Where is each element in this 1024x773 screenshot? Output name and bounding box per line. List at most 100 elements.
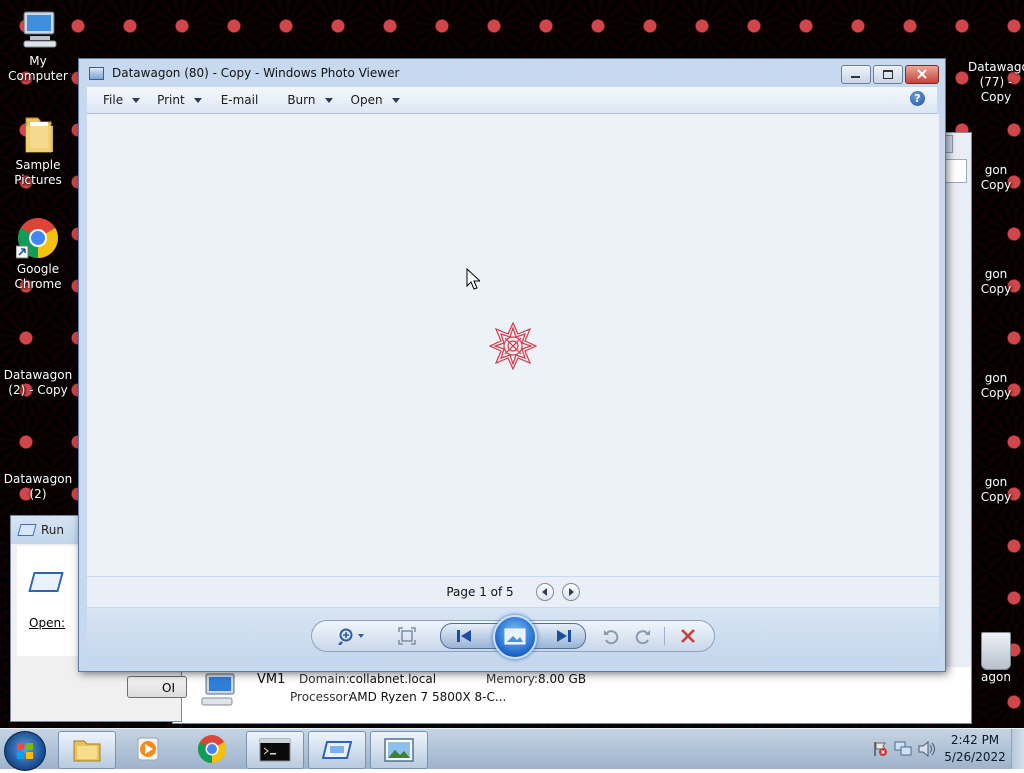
computer-details: VM1 Domain: collabnet.local Memory: 8.00… bbox=[196, 670, 696, 720]
memory-label: Memory: bbox=[486, 672, 538, 686]
taskbar-media-player[interactable] bbox=[120, 731, 176, 767]
help-icon: ? bbox=[914, 92, 921, 105]
system-tray: 2:42 PM 5/26/2022 bbox=[869, 729, 1024, 769]
toolbar-divider bbox=[664, 627, 665, 645]
photo-viewer-titlebar[interactable]: Datawagon (80) - Copy - Windows Photo Vi… bbox=[79, 59, 945, 87]
rotate-clockwise-button[interactable] bbox=[632, 625, 654, 647]
volume-icon[interactable] bbox=[915, 738, 939, 760]
desktop-icon-datawagon-2-copy[interactable]: Datawagon (2) - Copy bbox=[0, 322, 76, 398]
processor-value: AMD Ryzen 7 5800X 8-C... bbox=[349, 690, 507, 704]
desktop-icon-label: agon bbox=[981, 670, 1011, 684]
run-dialog-title: Run bbox=[41, 523, 65, 537]
rotate-counterclockwise-button[interactable] bbox=[600, 625, 622, 647]
folder-icon bbox=[16, 112, 60, 156]
computer-name: VM1 bbox=[257, 672, 286, 687]
slideshow-icon bbox=[504, 628, 526, 645]
chevron-left-icon bbox=[541, 588, 547, 596]
taskbar-chrome[interactable] bbox=[184, 731, 240, 767]
desktop-icon-label: Google Chrome bbox=[14, 262, 62, 291]
desktop-icon-label: gon Copy bbox=[980, 475, 1012, 504]
search-icon[interactable] bbox=[943, 159, 967, 183]
desktop-icon-datawagon-copy[interactable]: gon Copy bbox=[968, 163, 1024, 193]
photo-viewer-icon bbox=[384, 738, 414, 762]
desktop-icon-recycle-bin[interactable]: agon bbox=[968, 632, 1024, 685]
chevron-down-icon bbox=[391, 97, 400, 103]
menu-file[interactable]: File bbox=[103, 93, 141, 107]
chevron-down-icon bbox=[132, 97, 141, 103]
previous-image-button[interactable] bbox=[449, 625, 479, 647]
image-display-area[interactable] bbox=[87, 114, 939, 576]
rotate-left-icon bbox=[604, 630, 619, 645]
rotate-right-icon bbox=[635, 630, 650, 645]
taskbar-cmd[interactable] bbox=[246, 731, 304, 769]
action-center-flag-icon[interactable] bbox=[869, 738, 891, 760]
windows-logo-icon bbox=[17, 743, 33, 759]
desktop-icon-my-computer[interactable]: My Computer bbox=[0, 8, 76, 84]
slideshow-button[interactable] bbox=[493, 615, 537, 659]
skip-back-icon bbox=[457, 630, 471, 642]
zoom-icon bbox=[338, 628, 364, 645]
maximize-button[interactable] bbox=[873, 65, 903, 84]
processor-label: Processor: bbox=[290, 690, 352, 704]
mouse-cursor bbox=[466, 268, 480, 290]
page-indicator: Page 1 of 5 bbox=[446, 585, 514, 599]
show-desktop-button[interactable] bbox=[1011, 729, 1024, 769]
actual-size-button[interactable] bbox=[394, 625, 420, 647]
zoom-button[interactable] bbox=[336, 625, 370, 647]
desktop-icon-datawagon-copy[interactable]: gon Copy bbox=[968, 267, 1024, 297]
skip-forward-icon bbox=[557, 630, 571, 642]
close-icon bbox=[917, 69, 927, 79]
clock[interactable]: 2:42 PM 5/26/2022 bbox=[939, 732, 1011, 766]
folder-icon bbox=[73, 740, 101, 762]
menu-open-label: Open bbox=[350, 93, 383, 107]
clock-time: 2:42 PM bbox=[950, 733, 1000, 747]
desktop-icon-sample-pictures[interactable]: Sample Pictures bbox=[0, 112, 76, 188]
minimize-button[interactable] bbox=[841, 65, 871, 84]
close-button[interactable] bbox=[905, 65, 939, 84]
run-icon bbox=[17, 524, 37, 536]
desktop-icon-label: Datawagon (77) - Copy bbox=[968, 60, 1024, 104]
desktop-icon-datawagon-77-copy[interactable]: Datawagon (77) - Copy bbox=[968, 60, 1024, 105]
help-button[interactable]: ? bbox=[910, 91, 925, 106]
desktop: My Computer Sample Pictures Google Chrom… bbox=[0, 0, 1024, 728]
start-button[interactable] bbox=[4, 731, 46, 771]
menu-print[interactable]: Print bbox=[157, 93, 202, 107]
menu-email-label: E-mail bbox=[220, 93, 259, 107]
chevron-down-icon bbox=[324, 97, 333, 103]
desktop-icon-label: Sample Pictures bbox=[14, 158, 62, 187]
taskbar-explorer[interactable] bbox=[58, 731, 116, 769]
desktop-icon-datawagon-copy[interactable]: gon Copy bbox=[968, 475, 1024, 505]
taskbar-photo-viewer[interactable] bbox=[370, 731, 428, 769]
domain-label: Domain: bbox=[299, 672, 350, 686]
controls-pill bbox=[311, 615, 715, 659]
menu-open[interactable]: Open bbox=[351, 93, 400, 107]
previous-page-button[interactable] bbox=[535, 583, 554, 601]
next-page-button[interactable] bbox=[561, 583, 580, 601]
taskbar-run[interactable] bbox=[308, 731, 366, 769]
network-icon[interactable] bbox=[891, 738, 915, 760]
run-open-label: Open: bbox=[29, 616, 66, 630]
image-file-icon bbox=[16, 322, 60, 366]
minimize-icon bbox=[851, 76, 860, 78]
menu-bar: File Print E-mail Burn Open ? bbox=[87, 87, 937, 114]
run-ok-button[interactable]: OI bbox=[127, 676, 187, 698]
next-image-button[interactable] bbox=[549, 625, 579, 647]
delete-icon bbox=[681, 629, 695, 643]
desktop-icon-label: Datawagon (2) - Copy bbox=[3, 368, 73, 397]
desktop-icon-google-chrome[interactable]: Google Chrome bbox=[0, 216, 76, 292]
desktop-icon-datawagon-2[interactable]: Datawagon (2) bbox=[0, 426, 76, 502]
chevron-right-icon bbox=[568, 588, 574, 596]
photo-viewer-window: Datawagon (80) - Copy - Windows Photo Vi… bbox=[78, 58, 946, 672]
chrome-icon bbox=[198, 735, 226, 763]
chevron-down-icon bbox=[193, 97, 202, 103]
desktop-icon-datawagon-copy[interactable]: gon Copy bbox=[968, 371, 1024, 401]
menu-print-label: Print bbox=[157, 93, 185, 107]
desktop-icon-label: My Computer bbox=[8, 54, 68, 83]
delete-button[interactable] bbox=[674, 625, 702, 647]
menu-file-label: File bbox=[103, 93, 124, 107]
recycle-bin-icon bbox=[981, 632, 1011, 670]
navigation-group bbox=[440, 615, 586, 659]
menu-email[interactable]: E-mail bbox=[221, 93, 259, 107]
menu-burn[interactable]: Burn bbox=[287, 93, 333, 107]
command-prompt-icon bbox=[259, 738, 291, 762]
